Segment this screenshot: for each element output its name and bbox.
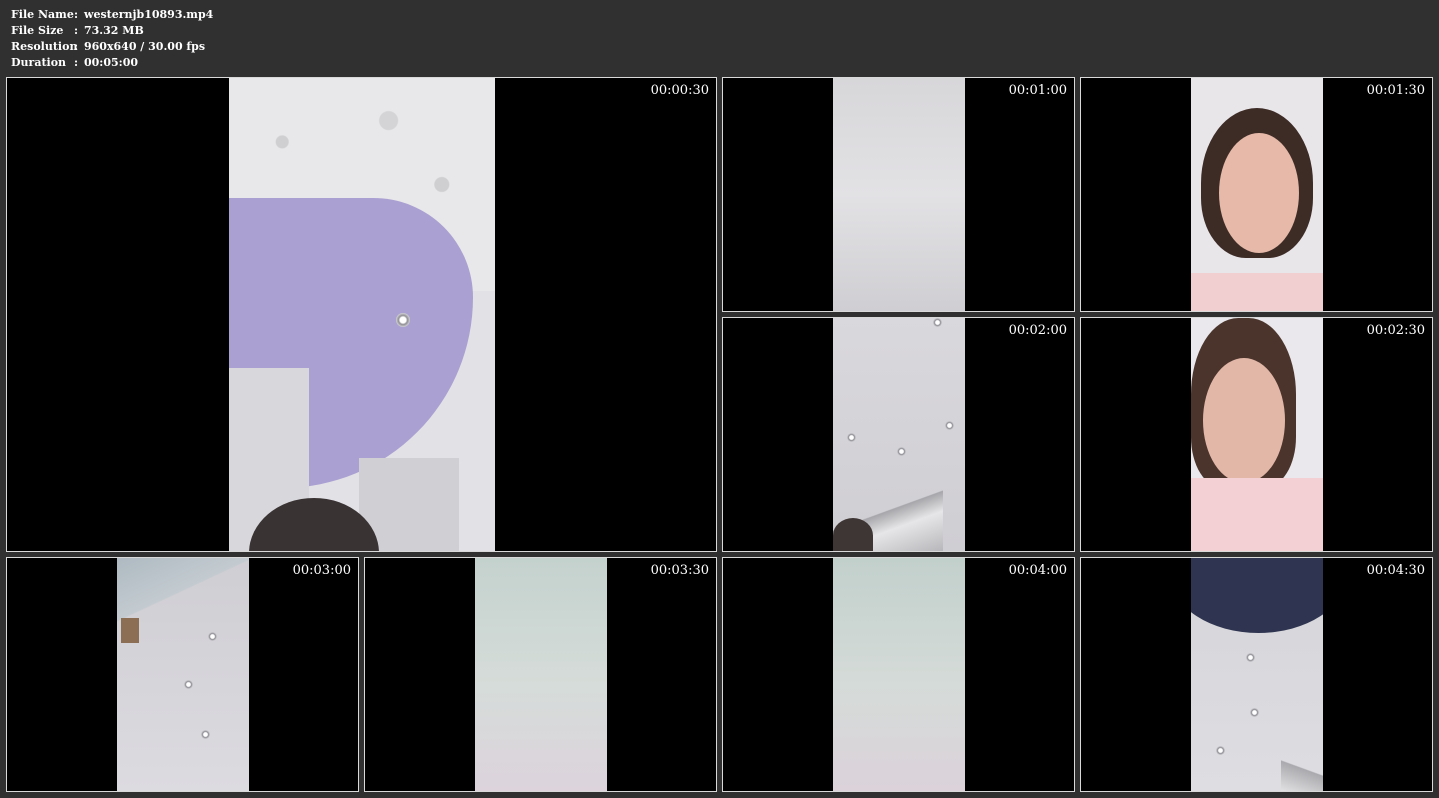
video-frame-image — [833, 318, 965, 551]
timestamp-label: 00:04:00 — [1008, 563, 1067, 578]
video-frame-image — [229, 78, 495, 551]
video-frame-image — [1191, 318, 1323, 551]
timestamp-label: 00:01:00 — [1008, 83, 1067, 98]
ceiling-light-dot — [1216, 746, 1225, 755]
thumbnail-frame[interactable]: 00:01:30 — [1080, 77, 1433, 312]
timestamp-label: 00:00:30 — [650, 83, 709, 98]
ceiling-light-dot — [933, 318, 942, 327]
thumbnail-frame[interactable]: 00:04:30 — [1080, 557, 1433, 792]
timestamp-label: 00:04:30 — [1366, 563, 1425, 578]
ceiling-light-dot — [847, 433, 856, 442]
thumbnail-frame[interactable]: 00:00:30 — [6, 77, 717, 552]
ceiling-light-dot — [945, 421, 954, 430]
timestamp-label: 00:02:30 — [1366, 323, 1425, 338]
video-frame-image — [1191, 558, 1323, 791]
timestamp-label: 00:03:00 — [292, 563, 351, 578]
ceiling-light-dot — [201, 730, 210, 739]
ceiling-light-dot — [1250, 708, 1259, 717]
thumbnail-frame[interactable]: 00:01:00 — [722, 77, 1075, 312]
thumbnail-frame[interactable]: 00:03:30 — [364, 557, 717, 792]
video-frame-image — [833, 78, 965, 311]
thumbnail-frame[interactable]: 00:02:30 — [1080, 317, 1433, 552]
ceiling-light-dot — [1246, 653, 1255, 662]
video-frame-image — [475, 558, 607, 791]
thumbnail-grid: 00:00:30 00:01:00 00:01:30 00:02:00 00:0… — [0, 0, 1439, 798]
ceiling-light-dot — [897, 447, 906, 456]
video-frame-image — [1191, 78, 1323, 311]
video-frame-image — [833, 558, 965, 791]
ceiling-light-dot — [208, 632, 217, 641]
ceiling-light-dot — [396, 313, 410, 327]
ceiling-light-dot — [184, 680, 193, 689]
timestamp-label: 00:03:30 — [650, 563, 709, 578]
timestamp-label: 00:02:00 — [1008, 323, 1067, 338]
thumbnail-frame[interactable]: 00:02:00 — [722, 317, 1075, 552]
timestamp-label: 00:01:30 — [1366, 83, 1425, 98]
thumbnail-frame[interactable]: 00:04:00 — [722, 557, 1075, 792]
thumbnail-frame[interactable]: 00:03:00 — [6, 557, 359, 792]
video-frame-image — [117, 558, 249, 791]
